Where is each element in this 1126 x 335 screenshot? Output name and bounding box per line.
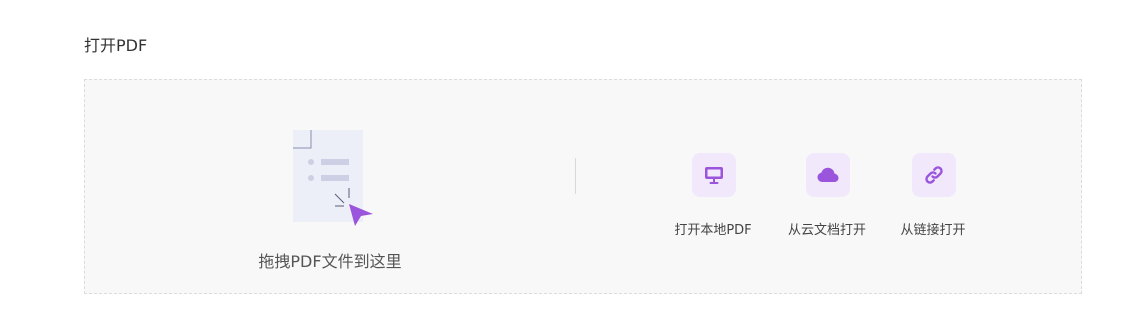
link-icon — [925, 166, 943, 184]
open-local-pdf-label: 打开本地PDF — [674, 223, 752, 238]
section-title: 打开PDF — [84, 36, 148, 55]
drop-panel[interactable]: 拖拽PDF文件到这里 打开本地PDF 从云文档打开 从链接打开 — [84, 79, 1082, 294]
open-local-pdf-button[interactable]: 打开本地PDF — [663, 153, 763, 243]
open-from-cloud-button[interactable]: 从云文档打开 — [777, 153, 877, 243]
document-drop-icon — [293, 130, 373, 226]
monitor-icon — [705, 167, 723, 184]
icon-tile — [912, 153, 956, 197]
open-from-link-label: 从链接打开 — [900, 223, 966, 238]
open-pdf-page: 打开PDF 拖拽PDF文件到这里 打开本地PDF 从云文档打开 从链接打开 — [0, 0, 1126, 335]
icon-tile — [806, 153, 850, 197]
drop-zone[interactable]: 拖拽PDF文件到这里 — [235, 128, 425, 278]
divider — [575, 158, 576, 194]
open-from-cloud-label: 从云文档打开 — [787, 223, 866, 238]
drop-label: 拖拽PDF文件到这里 — [258, 252, 402, 271]
cloud-icon — [817, 167, 839, 182]
icon-tile — [692, 153, 736, 197]
open-from-link-button[interactable]: 从链接打开 — [883, 153, 983, 243]
